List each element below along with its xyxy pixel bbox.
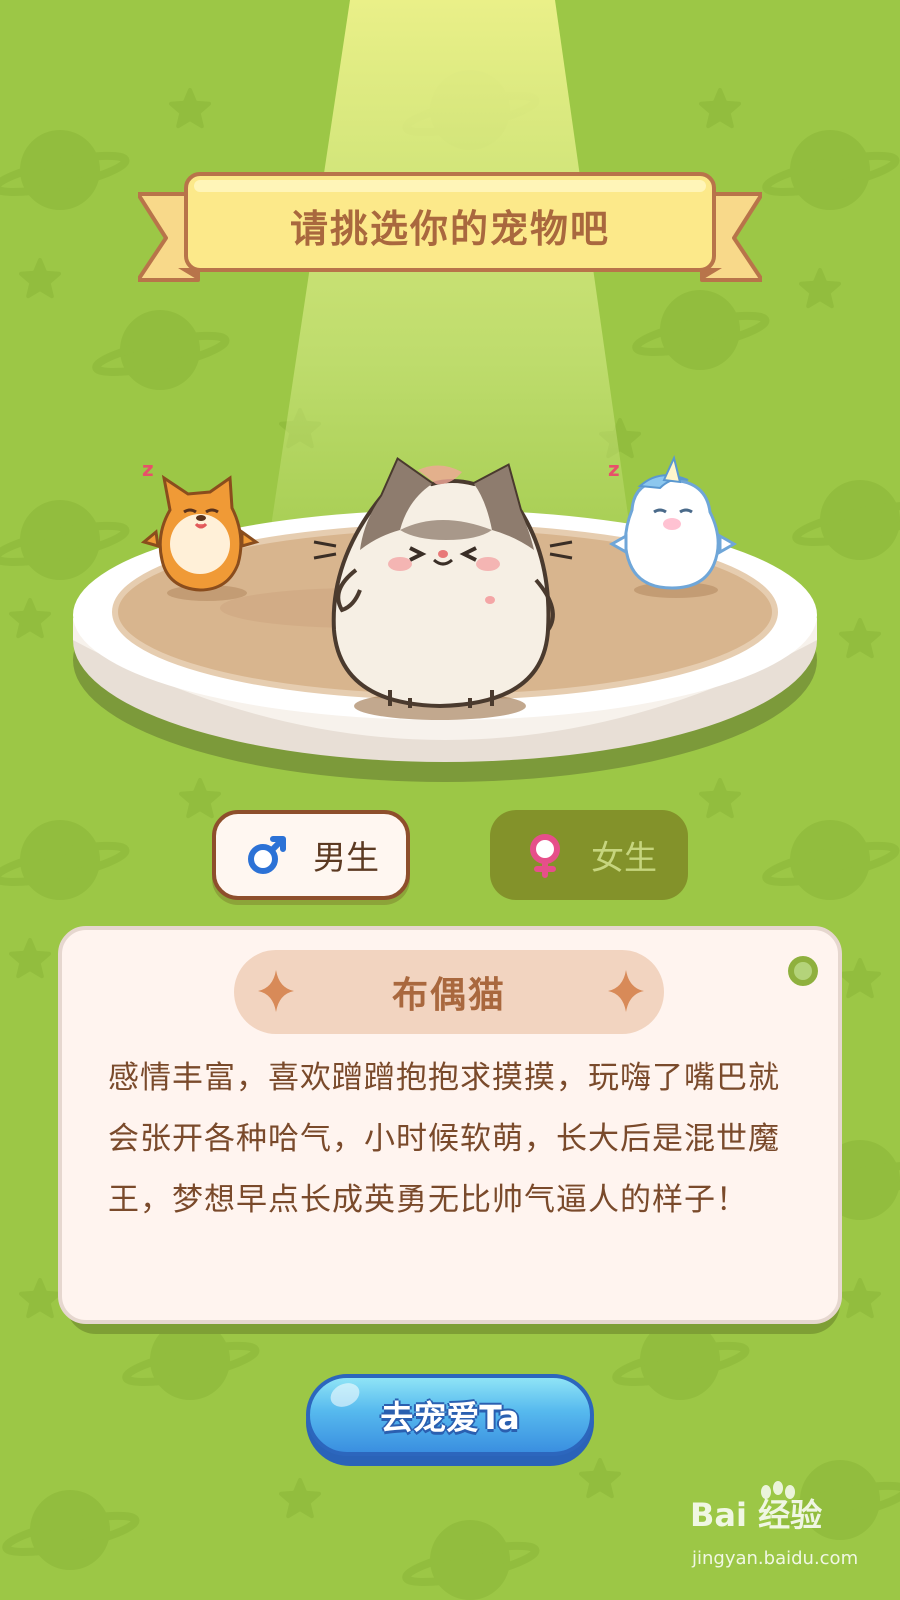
pet-stage: z z	[73, 454, 817, 782]
unicorn-sleep-mark: z	[608, 457, 620, 481]
shiba-sleep-mark: z	[142, 457, 154, 481]
pet-name: 布偶猫	[391, 975, 506, 1016]
page-title: 请挑选你的宠物吧	[289, 206, 610, 251]
female-button[interactable]: 女生	[490, 810, 688, 900]
card-pin-dot	[784, 952, 822, 990]
watermark-url: jingyan.baidu.com	[692, 1548, 859, 1569]
watermark-logo: Bai 经验	[690, 1496, 823, 1534]
pet-description: 感情丰富，喜欢蹭蹭抱抱求摸摸，玩嗨了嘴巴就会张开各种哈气，小时候软萌，长大后是混…	[108, 1060, 780, 1218]
female-icon	[530, 834, 560, 878]
female-label: 女生	[591, 838, 657, 877]
male-icon	[248, 836, 286, 874]
male-button[interactable]: 男生	[212, 810, 410, 900]
male-label: 男生	[313, 838, 379, 877]
